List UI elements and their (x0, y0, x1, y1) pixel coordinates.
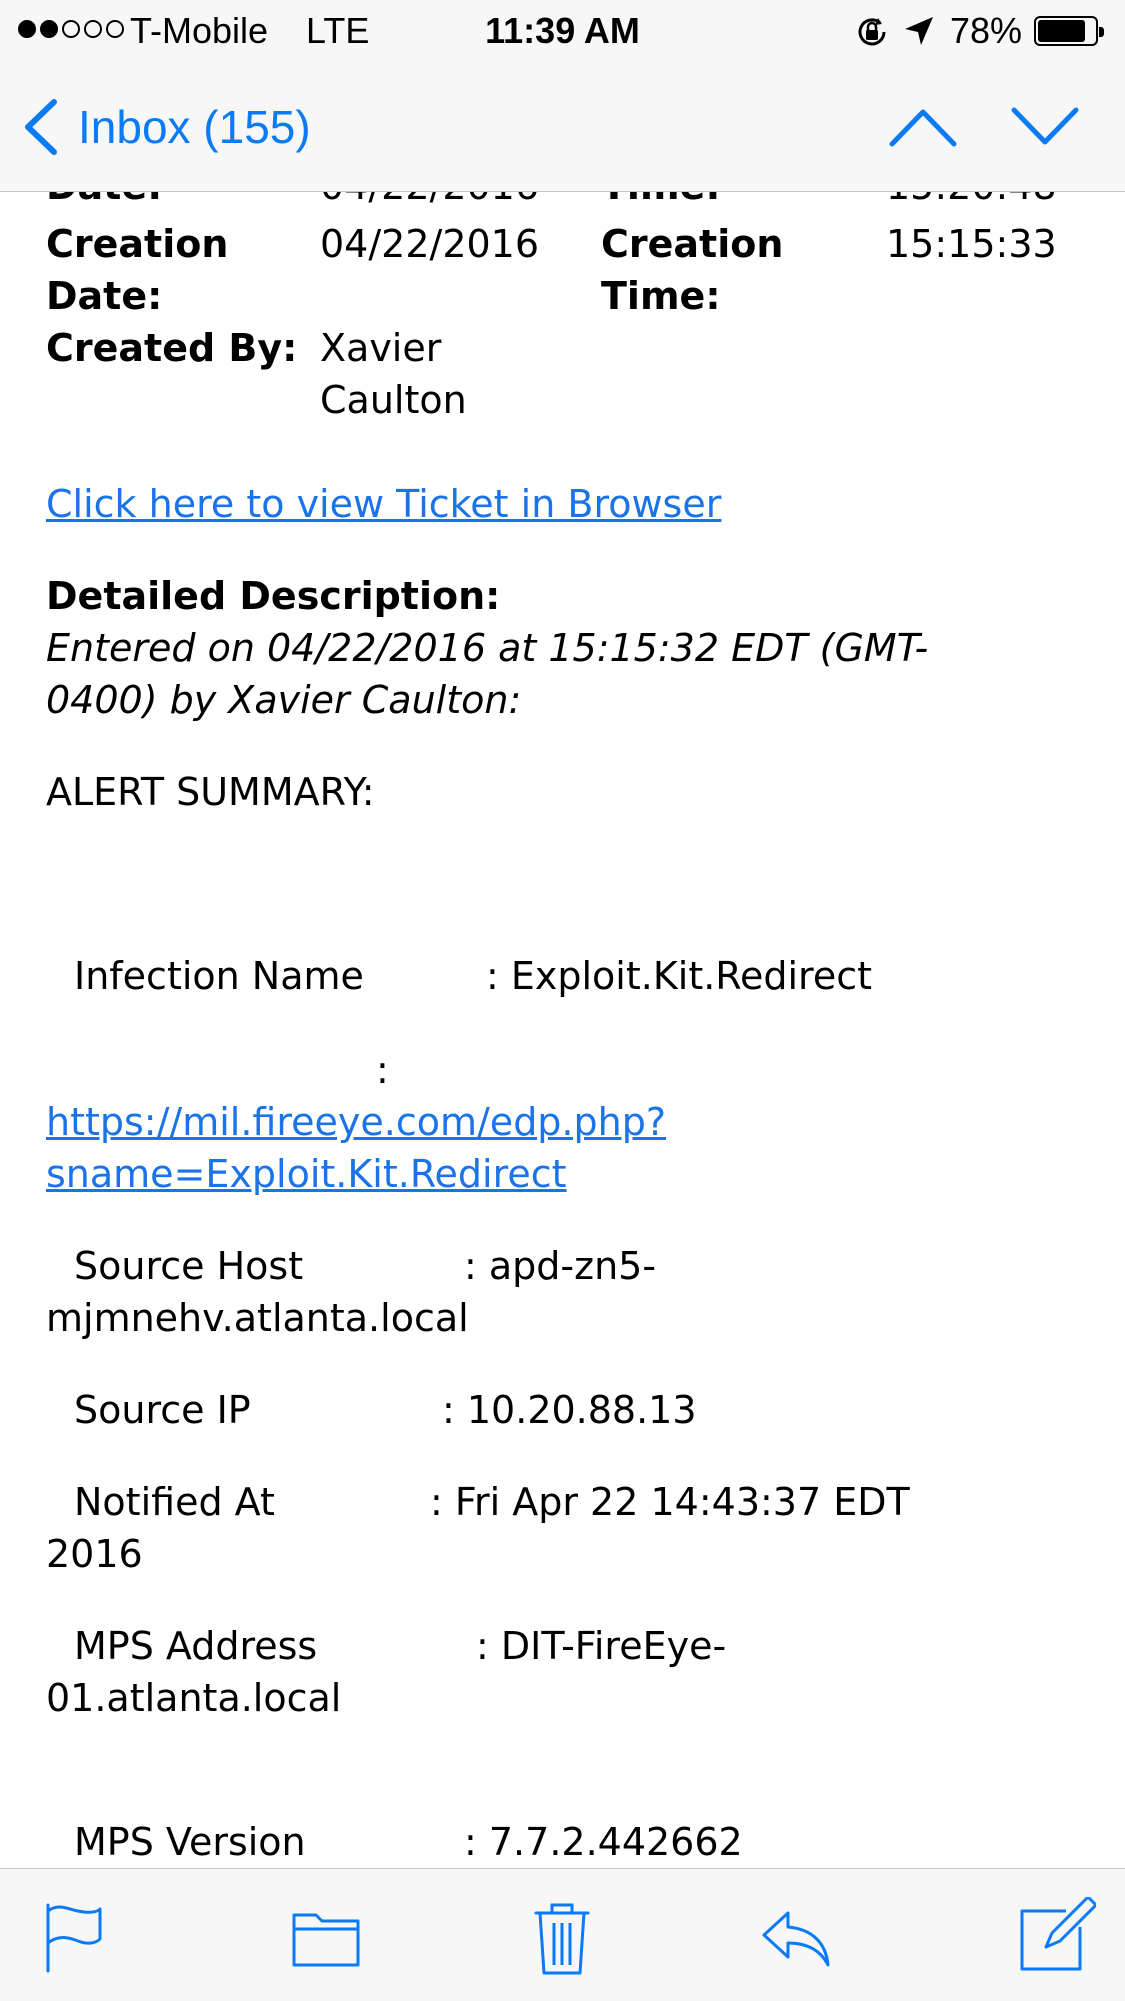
battery-icon (1034, 16, 1104, 46)
created-by-value: Xavier Caulton (320, 326, 467, 422)
mps-version-label: MPS Version (74, 1820, 306, 1864)
view-ticket-link[interactable]: Click here to view Ticket in Browser (46, 478, 721, 530)
location-arrow-icon (905, 17, 933, 45)
back-to-inbox-button[interactable]: Inbox (155) (20, 98, 311, 156)
source-host-value-cont: mjmnehv.atlanta.local (46, 1296, 469, 1340)
top-bar: T-Mobile LTE 11:39 AM 78% Inbox (155) (0, 0, 1125, 192)
creation-time-label: Creation Time: (601, 222, 784, 318)
reply-icon[interactable] (758, 1897, 838, 1977)
trash-icon[interactable] (522, 1897, 602, 1977)
infection-name-label: Infection Name (74, 954, 364, 998)
creation-date-value: 04/22/2016 (320, 222, 540, 266)
folder-icon[interactable] (286, 1897, 366, 1977)
source-host-label: Source Host (74, 1244, 304, 1288)
chevron-up-icon[interactable] (888, 98, 958, 154)
creation-date-label: Creation Date: (46, 222, 229, 318)
battery-percent: 78% (950, 10, 1023, 51)
mps-address-value: : DIT-FireEye- (476, 1624, 727, 1668)
back-label: Inbox (155) (78, 101, 311, 153)
source-ip-value: : 10.20.88.13 (442, 1388, 697, 1432)
source-host-value: : apd-zn5- (464, 1244, 657, 1288)
infection-name-value: : Exploit.Kit.Redirect (486, 954, 873, 998)
orientation-lock-icon (858, 18, 886, 46)
compose-icon[interactable] (1016, 1897, 1096, 1977)
flag-icon[interactable] (34, 1897, 114, 1977)
created-by-label: Created By: (46, 326, 298, 370)
bottom-toolbar (0, 1868, 1125, 2001)
mps-version-value: : 7.7.2.442662 (464, 1820, 743, 1864)
battery-level (1038, 20, 1085, 42)
source-ip-label: Source IP (74, 1388, 251, 1432)
notified-at-value-cont: 2016 (46, 1532, 143, 1576)
notified-at-label: Notified At (74, 1480, 275, 1524)
creation-time-value: 15:15:33 (886, 222, 1057, 266)
chevron-down-icon[interactable] (1010, 98, 1080, 154)
fireeye-link[interactable]: https://mil.fireeye.com/edp.php? sname=E… (46, 1096, 666, 1200)
alert-summary-heading: ALERT SUMMARY: (46, 770, 375, 814)
chevron-left-icon (25, 99, 57, 155)
separator-colon: : (376, 1048, 389, 1092)
status-bar: T-Mobile LTE 11:39 AM 78% (0, 0, 1125, 62)
nav-bar: Inbox (155) (0, 62, 1125, 192)
notified-at-value: : Fri Apr 22 14:43:37 EDT (430, 1480, 910, 1524)
detailed-description-heading: Detailed Description: (46, 574, 501, 618)
mps-address-value-cont: 01.atlanta.local (46, 1676, 342, 1720)
mps-address-label: MPS Address (74, 1624, 318, 1668)
entered-on-text: Entered on 04/22/2016 at 15:15:32 EDT (G… (46, 626, 929, 722)
